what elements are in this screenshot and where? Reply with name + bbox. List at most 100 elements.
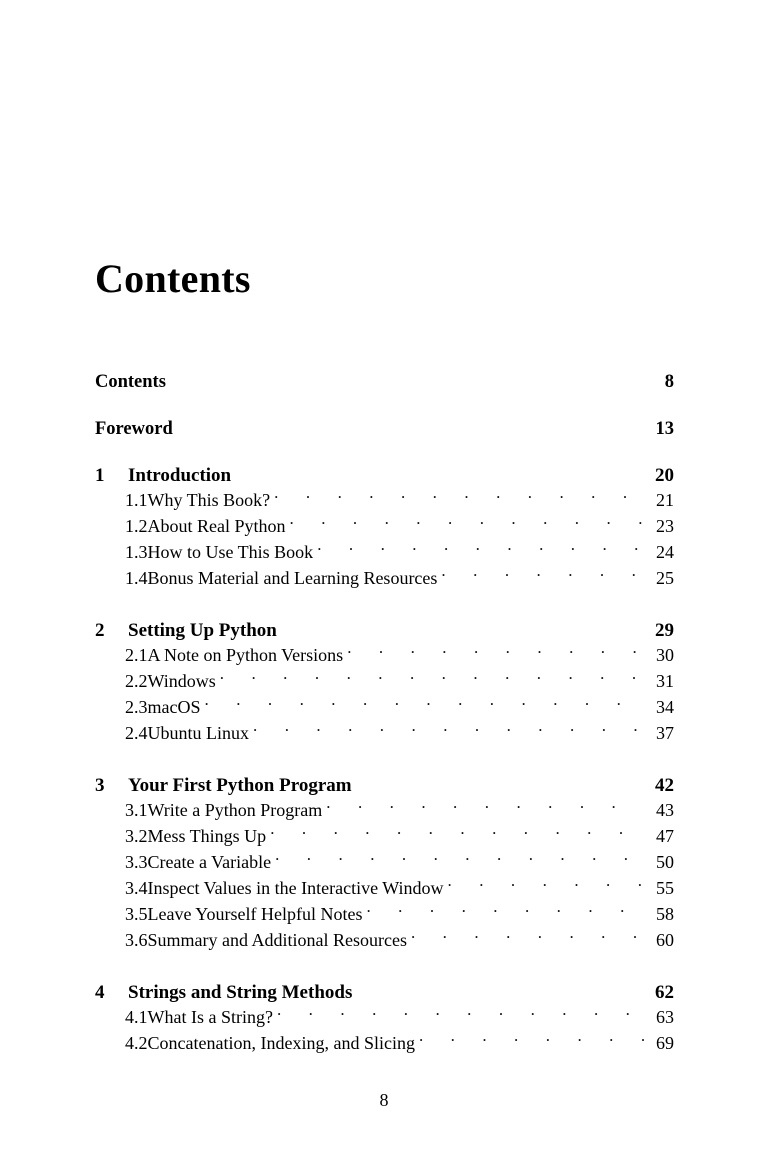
- toc-chapter-group: 3 Your First Python Program . . . . . . …: [95, 772, 674, 954]
- dot-leader: . . . . . . . . . . . . . . . . . . . . …: [204, 695, 645, 710]
- section-page: 47: [656, 826, 674, 846]
- toc-entry-chapter[interactable]: 3 Your First Python Program . . . . . . …: [95, 772, 674, 798]
- toc-entry-section[interactable]: 1.4 Bonus Material and Learning Resource…: [95, 566, 674, 592]
- toc-entry-label: Foreword: [95, 418, 173, 439]
- toc-entry-section[interactable]: 2.4 Ubuntu Linux . . . . . . . . . . . .…: [95, 721, 674, 747]
- chapter-number: 1: [95, 465, 105, 486]
- section-title: Create a Variable: [147, 852, 272, 872]
- section-page: 55: [656, 878, 674, 898]
- section-title: About Real Python: [147, 516, 286, 536]
- toc-entry-section[interactable]: 3.6 Summary and Additional Resources . .…: [95, 928, 674, 954]
- dot-leader: . . . . . . . . . . . . . . . . . . . . …: [366, 902, 644, 917]
- page-folio: 8: [379, 1090, 389, 1110]
- toc-entry-section[interactable]: 1.2 About Real Python . . . . . . . . . …: [95, 514, 674, 540]
- chapter-number: 2: [95, 620, 105, 641]
- section-page: 25: [656, 568, 674, 588]
- section-title: Inspect Values in the Interactive Window: [147, 878, 444, 898]
- toc-entry-section[interactable]: 4.1 What Is a String? . . . . . . . . . …: [95, 1005, 674, 1031]
- dot-leader: . . . . . . . . . . . . . . . . . . . . …: [177, 415, 644, 434]
- section-title: macOS: [147, 697, 201, 717]
- toc-entry-section[interactable]: 3.4 Inspect Values in the Interactive Wi…: [95, 876, 674, 902]
- toc-entry-section[interactable]: 3.5 Leave Yourself Helpful Notes . . . .…: [95, 902, 674, 928]
- dot-leader: . . . . . . . . . . . . . . . . . . . . …: [356, 979, 644, 998]
- section-title: Ubuntu Linux: [147, 723, 250, 743]
- dot-leader: . . . . . . . . . . . . . . . . . . . . …: [274, 488, 644, 503]
- dot-leader: . . . . . . . . . . . . . . . . . . . . …: [275, 850, 644, 865]
- section-number: 1.1: [125, 490, 148, 510]
- section-page: 37: [656, 723, 674, 743]
- section-number: 3.3: [125, 852, 148, 872]
- chapter-title: Setting Up Python: [128, 620, 277, 641]
- dot-leader: . . . . . . . . . . . . . . . . . . . . …: [219, 669, 644, 684]
- dot-leader: . . . . . . . . . . . . . . . . . . . . …: [317, 540, 644, 555]
- dot-leader: . . . . . . . . . . . . . . . . . . . . …: [447, 876, 644, 891]
- section-title: Concatenation, Indexing, and Slicing: [147, 1033, 415, 1053]
- dot-leader: . . . . . . . . . . . . . . . . . . . . …: [410, 928, 644, 943]
- section-number: 1.4: [125, 568, 148, 588]
- section-page: 43: [656, 800, 674, 820]
- chapter-page: 29: [655, 620, 674, 641]
- section-title: A Note on Python Versions: [147, 645, 344, 665]
- section-number: 2.3: [125, 697, 148, 717]
- section-page: 34: [656, 697, 674, 717]
- toc-entry-section[interactable]: 2.2 Windows . . . . . . . . . . . . . . …: [95, 669, 674, 695]
- dot-leader: . . . . . . . . . . . . . . . . . . . . …: [418, 1031, 644, 1046]
- dot-leader: . . . . . . . . . . . . . . . . . . . . …: [270, 824, 644, 839]
- section-number: 3.6: [125, 930, 148, 950]
- toc-entry-chapter[interactable]: 1 Introduction . . . . . . . . . . . . .…: [95, 462, 674, 488]
- toc-entry-section[interactable]: 2.3 macOS . . . . . . . . . . . . . . . …: [95, 695, 674, 721]
- section-page: 30: [656, 645, 674, 665]
- toc-entry-section[interactable]: 2.1 A Note on Python Versions . . . . . …: [95, 643, 674, 669]
- dot-leader: . . . . . . . . . . . . . . . . . . . . …: [356, 772, 644, 791]
- dot-leader: . . . . . . . . . . . . . . . . . . . . …: [347, 643, 644, 658]
- dot-leader: . . . . . . . . . . . . . . . . . . . . …: [253, 721, 644, 736]
- chapter-page: 20: [655, 465, 674, 486]
- section-number: 4.2: [125, 1033, 148, 1053]
- section-title: Why This Book?: [147, 490, 271, 510]
- section-number: 3.1: [125, 800, 148, 820]
- chapter-number: 3: [95, 775, 105, 796]
- toc-entry-label: Contents: [95, 371, 166, 392]
- section-number: 2.4: [125, 723, 148, 743]
- toc-entry-list: Contents . . . . . . . . . . . . . . . .…: [95, 368, 674, 1057]
- dot-leader: . . . . . . . . . . . . . . . . . . . . …: [276, 1005, 644, 1020]
- section-page: 69: [656, 1033, 674, 1053]
- dot-leader: . . . . . . . . . . . . . . . . . . . . …: [326, 798, 644, 813]
- section-title: How to Use This Book: [147, 542, 314, 562]
- section-title: What Is a String?: [147, 1007, 273, 1027]
- section-number: 1.2: [125, 516, 148, 536]
- dot-leader: . . . . . . . . . . . . . . . . . . . . …: [235, 462, 644, 481]
- section-number: 3.2: [125, 826, 148, 846]
- toc-entry-front[interactable]: Contents . . . . . . . . . . . . . . . .…: [95, 368, 674, 394]
- section-title: Bonus Material and Learning Resources: [147, 568, 438, 588]
- toc-chapter-group: 1 Introduction . . . . . . . . . . . . .…: [95, 462, 674, 592]
- section-number: 2.2: [125, 671, 148, 691]
- section-title: Mess Things Up: [147, 826, 267, 846]
- section-page: 60: [656, 930, 674, 950]
- page-title: Contents: [95, 255, 251, 301]
- toc-entry-chapter[interactable]: 4 Strings and String Methods . . . . . .…: [95, 979, 674, 1005]
- chapter-page: 62: [655, 982, 674, 1003]
- toc-entry-section[interactable]: 4.2 Concatenation, Indexing, and Slicing…: [95, 1031, 674, 1057]
- toc-entry-section[interactable]: 3.2 Mess Things Up . . . . . . . . . . .…: [95, 824, 674, 850]
- section-title: Write a Python Program: [147, 800, 323, 820]
- section-number: 1.3: [125, 542, 148, 562]
- toc-entry-section[interactable]: 3.3 Create a Variable . . . . . . . . . …: [95, 850, 674, 876]
- dot-leader: . . . . . . . . . . . . . . . . . . . . …: [281, 617, 644, 636]
- toc-entry-front[interactable]: Foreword . . . . . . . . . . . . . . . .…: [95, 415, 674, 441]
- toc-entry-section[interactable]: 1.3 How to Use This Book . . . . . . . .…: [95, 540, 674, 566]
- section-number: 3.4: [125, 878, 148, 898]
- toc-entry-section[interactable]: 1.1 Why This Book? . . . . . . . . . . .…: [95, 488, 674, 514]
- toc-entry-page: 8: [664, 371, 674, 392]
- dot-leader: . . . . . . . . . . . . . . . . . . . . …: [441, 566, 644, 581]
- section-page: 63: [656, 1007, 674, 1027]
- section-number: 2.1: [125, 645, 148, 665]
- chapter-title: Introduction: [128, 465, 232, 486]
- section-title: Summary and Additional Resources: [147, 930, 407, 950]
- chapter-number: 4: [95, 982, 105, 1003]
- chapter-page: 42: [655, 775, 674, 796]
- chapter-title: Your First Python Program: [128, 775, 352, 796]
- toc-entry-chapter[interactable]: 2 Setting Up Python . . . . . . . . . . …: [95, 617, 674, 643]
- section-page: 58: [656, 904, 674, 924]
- toc-entry-section[interactable]: 3.1 Write a Python Program . . . . . . .…: [95, 798, 674, 824]
